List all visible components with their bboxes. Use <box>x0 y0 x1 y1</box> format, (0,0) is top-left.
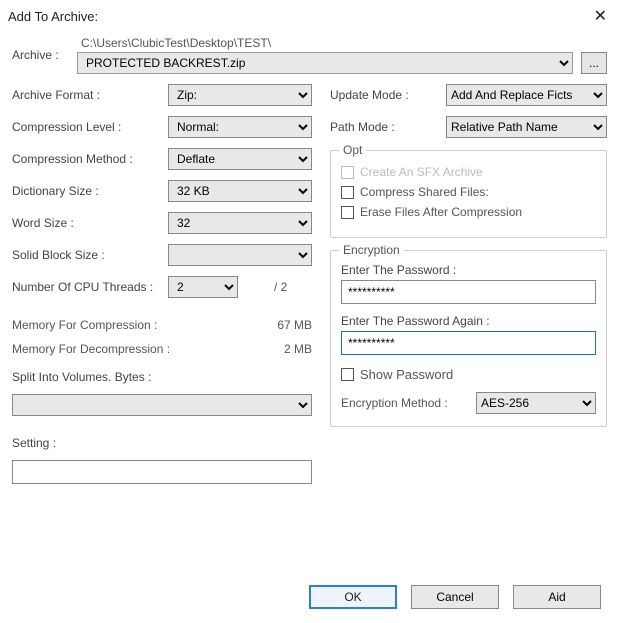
mem-decomp-label: Memory For Decompression : <box>12 342 170 356</box>
format-select[interactable]: Zip: <box>168 84 312 106</box>
split-select[interactable] <box>12 394 312 416</box>
mem-comp-label: Memory For Compression : <box>12 318 157 332</box>
level-label: Compression Level : <box>12 120 162 134</box>
word-select[interactable]: 32 <box>168 212 312 234</box>
setting-label: Setting : <box>12 436 312 450</box>
update-label: Update Mode : <box>330 88 440 102</box>
showpw-label: Show Password <box>360 367 453 382</box>
pw1-label: Enter The Password : <box>341 263 596 277</box>
method-label: Compression Method : <box>12 152 162 166</box>
dict-label: Dictionary Size : <box>12 184 162 198</box>
cpu-max: / 2 <box>244 280 287 294</box>
options-group: Opt Create An SFX Archive Compress Share… <box>330 150 607 238</box>
mem-decomp-value: 2 MB <box>284 342 312 356</box>
encryption-group: Encryption Enter The Password : Enter Th… <box>330 250 607 427</box>
enc-method-label: Encryption Method : <box>341 396 466 410</box>
window-title: Add To Archive: <box>8 9 98 24</box>
shared-checkbox[interactable] <box>341 186 354 199</box>
word-label: Word Size : <box>12 216 162 230</box>
showpw-checkbox[interactable] <box>341 368 354 381</box>
browse-button[interactable]: ... <box>581 52 607 74</box>
mem-comp-value: 67 MB <box>277 318 312 332</box>
sfx-checkbox[interactable] <box>341 166 354 179</box>
method-select[interactable]: Deflate <box>168 148 312 170</box>
block-select[interactable] <box>168 244 312 266</box>
pw2-input[interactable] <box>341 331 596 355</box>
archive-filename-select[interactable]: PROTECTED BACKREST.zip <box>77 52 573 74</box>
pw1-input[interactable] <box>341 280 596 304</box>
encryption-legend: Encryption <box>339 243 404 257</box>
sfx-label: Create An SFX Archive <box>360 165 483 179</box>
ok-button[interactable]: OK <box>309 585 397 609</box>
close-icon[interactable]: ✕ <box>590 6 611 26</box>
erase-checkbox[interactable] <box>341 206 354 219</box>
format-label: Archive Format : <box>12 88 162 102</box>
path-select[interactable]: Relative Path Name <box>446 116 607 138</box>
erase-label: Erase Files After Compression <box>360 205 522 219</box>
path-label: Path Mode : <box>330 120 440 134</box>
archive-label: Archive : <box>12 34 77 62</box>
level-select[interactable]: Normal: <box>168 116 312 138</box>
update-select[interactable]: Add And Replace Ficts <box>446 84 607 106</box>
cancel-button[interactable]: Cancel <box>411 585 499 609</box>
setting-input[interactable] <box>12 460 312 484</box>
pw2-label: Enter The Password Again : <box>341 314 596 328</box>
archive-path: C:\Users\ClubicTest\Desktop\TEST\ <box>77 34 607 52</box>
cpu-select[interactable]: 2 <box>168 276 238 298</box>
enc-method-select[interactable]: AES-256 <box>476 392 596 414</box>
split-label: Split Into Volumes. Bytes : <box>12 370 312 384</box>
dict-select[interactable]: 32 KB <box>168 180 312 202</box>
shared-label: Compress Shared Files: <box>360 185 489 199</box>
block-label: Solid Block Size : <box>12 248 162 262</box>
aid-button[interactable]: Aid <box>513 585 601 609</box>
cpu-label: Number Of CPU Threads : <box>12 280 162 294</box>
options-legend: Opt <box>339 143 366 157</box>
